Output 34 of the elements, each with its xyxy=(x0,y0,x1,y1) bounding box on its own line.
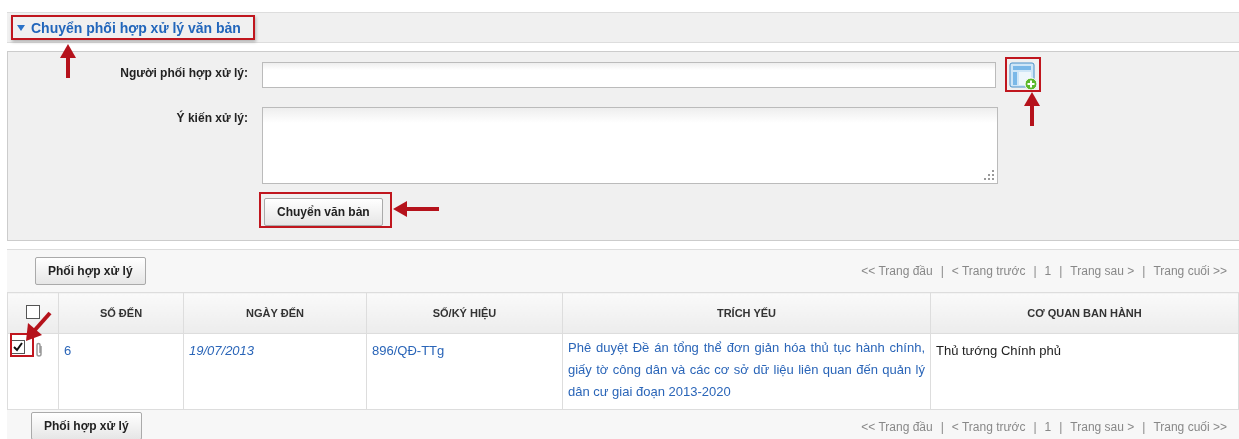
pager-link[interactable]: 1 xyxy=(1044,420,1052,434)
coordinate-button[interactable]: Phối hợp xử lý xyxy=(31,412,142,439)
table-cell: Thủ tướng Chính phủ xyxy=(930,333,1239,410)
pager-link[interactable]: Trang sau > xyxy=(1070,420,1135,434)
field-label: Ý kiến xử lý: xyxy=(175,109,248,125)
table-cell[interactable]: 896/QĐ-TTg xyxy=(366,333,563,410)
submit-button[interactable]: Chuyển văn bản xyxy=(264,198,383,226)
column-header: CƠ QUAN BAN HÀNH xyxy=(930,292,1239,334)
pager-link[interactable]: < Trang trước xyxy=(951,264,1026,278)
column-header: SỐ/KÝ HIỆU xyxy=(366,292,563,334)
pager-link[interactable]: Trang cuối >> xyxy=(1153,420,1227,434)
pager-link[interactable]: << Trang đầu xyxy=(861,264,933,278)
column-header: NGÀY ĐẾN xyxy=(183,292,367,334)
pager-separator: | xyxy=(1059,264,1063,278)
field-label: Người phối hợp xử lý: xyxy=(119,65,248,80)
section-toggle[interactable]: Chuyển phối hợp xử lý văn bản xyxy=(11,15,255,40)
pager-separator: | xyxy=(1142,264,1146,278)
pager-separator: | xyxy=(1033,264,1037,278)
pager-separator: | xyxy=(1033,420,1037,434)
column-header: TRÍCH YẾU xyxy=(562,292,931,334)
pager-link[interactable]: Trang cuối >> xyxy=(1153,264,1227,278)
table-cell[interactable]: 6 xyxy=(58,333,184,410)
table-cell[interactable]: 19/07/2013 xyxy=(183,333,367,410)
table-cell[interactable]: Phê duyệt Đề án tổng thể đơn giản hóa thủ tục hành chính, giấy tờ công dân và các cơ sở dữ liệu liên quan đến quản lý dân cư giai đoạn 2013-2020 xyxy=(562,333,931,410)
pager-link[interactable]: Trang sau > xyxy=(1070,264,1135,278)
pager-separator: | xyxy=(1059,420,1063,434)
pager-separator: | xyxy=(1142,420,1146,434)
pager-separator: | xyxy=(940,264,944,278)
pager-link[interactable]: < Trang trước xyxy=(951,420,1026,434)
pager-link[interactable]: 1 xyxy=(1044,264,1052,278)
column-header: SỐ ĐẾN xyxy=(58,292,184,334)
coordinate-button[interactable]: Phối hợp xử lý xyxy=(35,257,146,285)
pager-link[interactable]: << Trang đầu xyxy=(861,420,933,434)
pager-separator: | xyxy=(940,420,944,434)
